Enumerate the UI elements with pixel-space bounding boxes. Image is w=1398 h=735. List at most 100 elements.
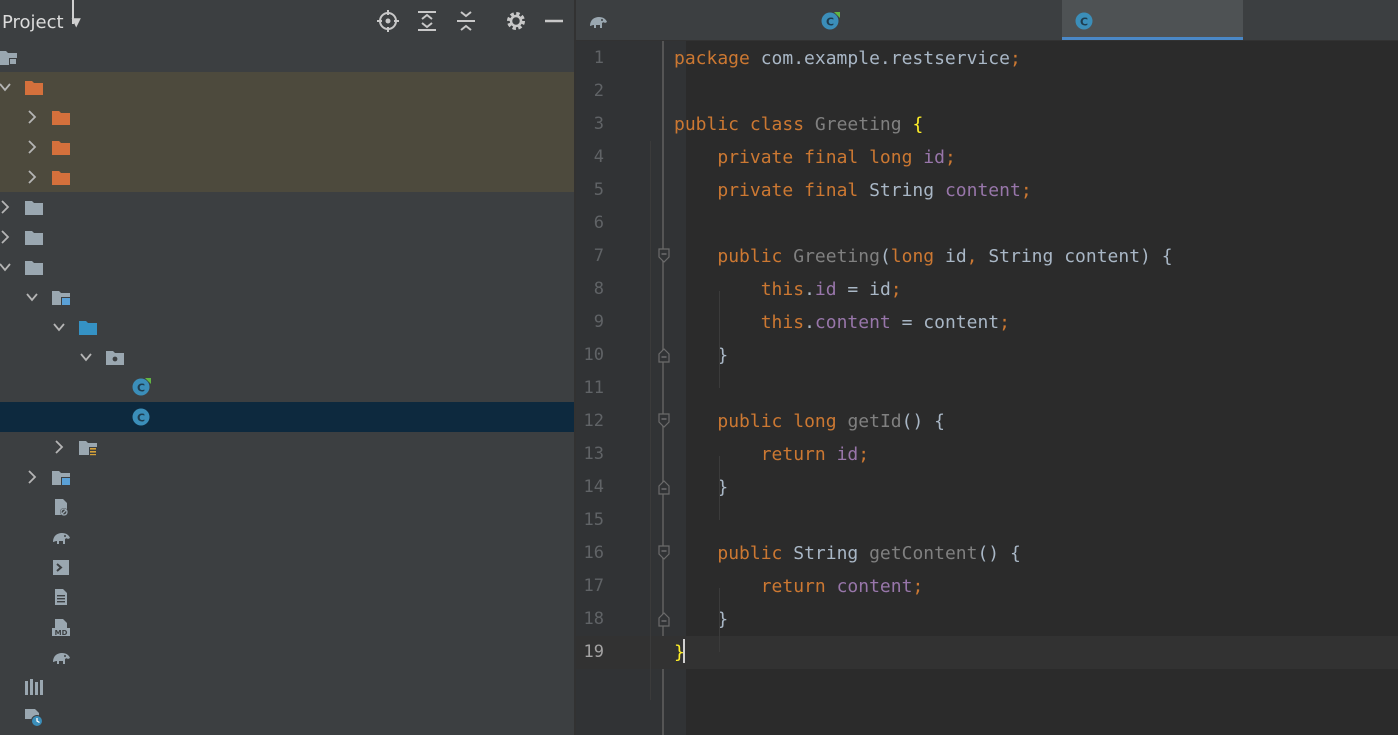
- editor-tab[interactable]: [576, 0, 808, 40]
- code-editor[interactable]: 1 package com.example.restservice; 2 3 publi…: [576, 41, 1398, 735]
- code-line[interactable]: 14 }: [576, 471, 1398, 504]
- code-line[interactable]: 16 public String getContent() {: [576, 537, 1398, 570]
- tree-item[interactable]: C: [0, 372, 574, 402]
- tree-item[interactable]: [0, 132, 574, 162]
- code-line[interactable]: 12 public long getId() {: [576, 405, 1398, 438]
- tree-item[interactable]: [0, 552, 574, 582]
- tree-item[interactable]: [0, 222, 574, 252]
- expand-all-icon[interactable]: [416, 10, 438, 32]
- code-line[interactable]: 18 }: [576, 603, 1398, 636]
- folder-icon: [25, 201, 43, 215]
- ide-window: Project ▼ C C MD C C 1 package com.examp…: [0, 0, 1398, 735]
- code-line[interactable]: 19}: [576, 636, 1398, 669]
- source-folder-icon: [79, 321, 97, 335]
- tree-item[interactable]: [0, 522, 574, 552]
- project-view-selector[interactable]: Project ▼: [2, 0, 81, 42]
- chevron-right-icon[interactable]: [0, 200, 12, 214]
- code-line[interactable]: 15: [576, 504, 1398, 537]
- chevron-down-icon[interactable]: [52, 320, 66, 334]
- chevron-right-icon[interactable]: [25, 170, 39, 184]
- line-number: 17: [583, 576, 604, 596]
- code-line[interactable]: 11: [576, 372, 1398, 405]
- chevron-right-icon[interactable]: [52, 440, 66, 454]
- source-module-folder-icon: [52, 471, 70, 485]
- fold-marker-icon[interactable]: [658, 545, 670, 561]
- code-line[interactable]: 9 this.content = content;: [576, 306, 1398, 339]
- tree-item[interactable]: [0, 432, 574, 462]
- svg-text:C: C: [1080, 16, 1088, 29]
- tree-item[interactable]: [0, 642, 574, 672]
- code-text: public Greeting(long id, String content)…: [717, 246, 1173, 267]
- tree-item[interactable]: [0, 582, 574, 612]
- fold-marker-icon[interactable]: [658, 347, 670, 363]
- code-text: }: [674, 636, 685, 669]
- code-line[interactable]: 13 return id;: [576, 438, 1398, 471]
- line-number: 16: [583, 543, 604, 563]
- editor-tab[interactable]: C: [808, 0, 1062, 40]
- tree-item[interactable]: [0, 42, 574, 72]
- code-line[interactable]: 7 public Greeting(long id, String conten…: [576, 240, 1398, 273]
- tree-item[interactable]: [0, 702, 574, 732]
- minimize-icon[interactable]: [543, 10, 565, 32]
- tree-item[interactable]: [0, 672, 574, 702]
- scratches-icon: [25, 709, 43, 726]
- code-line[interactable]: 2: [576, 75, 1398, 108]
- chevron-down-icon[interactable]: [79, 350, 93, 364]
- code-line[interactable]: 8 this.id = id;: [576, 273, 1398, 306]
- libraries-icon: [25, 679, 43, 695]
- chevron-down-icon[interactable]: [0, 260, 12, 274]
- tree-item[interactable]: [0, 342, 574, 372]
- editor-tab[interactable]: C: [1062, 0, 1243, 40]
- code-line[interactable]: 10 }: [576, 339, 1398, 372]
- tree-item[interactable]: [0, 102, 574, 132]
- code-text: this.content = content;: [760, 312, 1010, 333]
- code-line[interactable]: 4 private final long id;: [576, 141, 1398, 174]
- code-text: private final String content;: [717, 180, 1032, 201]
- chevron-down-icon[interactable]: [0, 80, 12, 94]
- line-number: 12: [583, 411, 604, 431]
- indent-guide: [719, 291, 720, 388]
- folder-icon: [25, 231, 43, 245]
- crosshair-icon[interactable]: [377, 10, 399, 32]
- tree-item[interactable]: C: [0, 402, 574, 432]
- line-number: 19: [583, 642, 604, 662]
- fold-marker-icon[interactable]: [658, 479, 670, 495]
- code-line[interactable]: 17 return content;: [576, 570, 1398, 603]
- fold-marker-icon[interactable]: [658, 248, 670, 264]
- tree-item[interactable]: [0, 312, 574, 342]
- code-line[interactable]: 6: [576, 207, 1398, 240]
- chevron-right-icon[interactable]: [0, 230, 12, 244]
- line-number: 8: [593, 279, 604, 299]
- chevron-right-icon[interactable]: [25, 140, 39, 154]
- code-text: private final long id;: [717, 147, 956, 168]
- package-icon: [106, 351, 124, 365]
- tree-item[interactable]: MD: [0, 612, 574, 642]
- tree-item[interactable]: [0, 462, 574, 492]
- indent-guide: [719, 588, 720, 652]
- code-line[interactable]: 1 package com.example.restservice;: [576, 42, 1398, 75]
- collapse-all-icon[interactable]: [455, 10, 477, 32]
- tree-item[interactable]: [0, 162, 574, 192]
- tree-item[interactable]: [0, 72, 574, 102]
- shell-script-icon: [53, 560, 69, 575]
- editor-tab-bar: CC: [576, 0, 1398, 41]
- gradle-elephant-icon: [590, 17, 607, 28]
- markdown-file-icon: MD: [52, 619, 70, 636]
- code-line[interactable]: 3 public class Greeting {: [576, 108, 1398, 141]
- tree-item[interactable]: [0, 492, 574, 522]
- chevron-right-icon[interactable]: [25, 110, 39, 124]
- line-number: 2: [593, 81, 604, 101]
- tree-item[interactable]: [0, 252, 574, 282]
- chevron-right-icon[interactable]: [25, 470, 39, 484]
- tree-item[interactable]: [0, 192, 574, 222]
- tree-item[interactable]: [0, 282, 574, 312]
- chevron-down-icon[interactable]: [25, 290, 39, 304]
- fold-marker-icon[interactable]: [658, 413, 670, 429]
- gear-icon[interactable]: [505, 10, 527, 32]
- chevron-down-icon: ▼: [71, 0, 81, 29]
- code-line[interactable]: 5 private final String content;: [576, 174, 1398, 207]
- code-text: return id;: [760, 444, 870, 465]
- svg-text:MD: MD: [55, 629, 68, 636]
- excluded-folder-icon: [25, 81, 43, 95]
- fold-marker-icon[interactable]: [658, 611, 670, 627]
